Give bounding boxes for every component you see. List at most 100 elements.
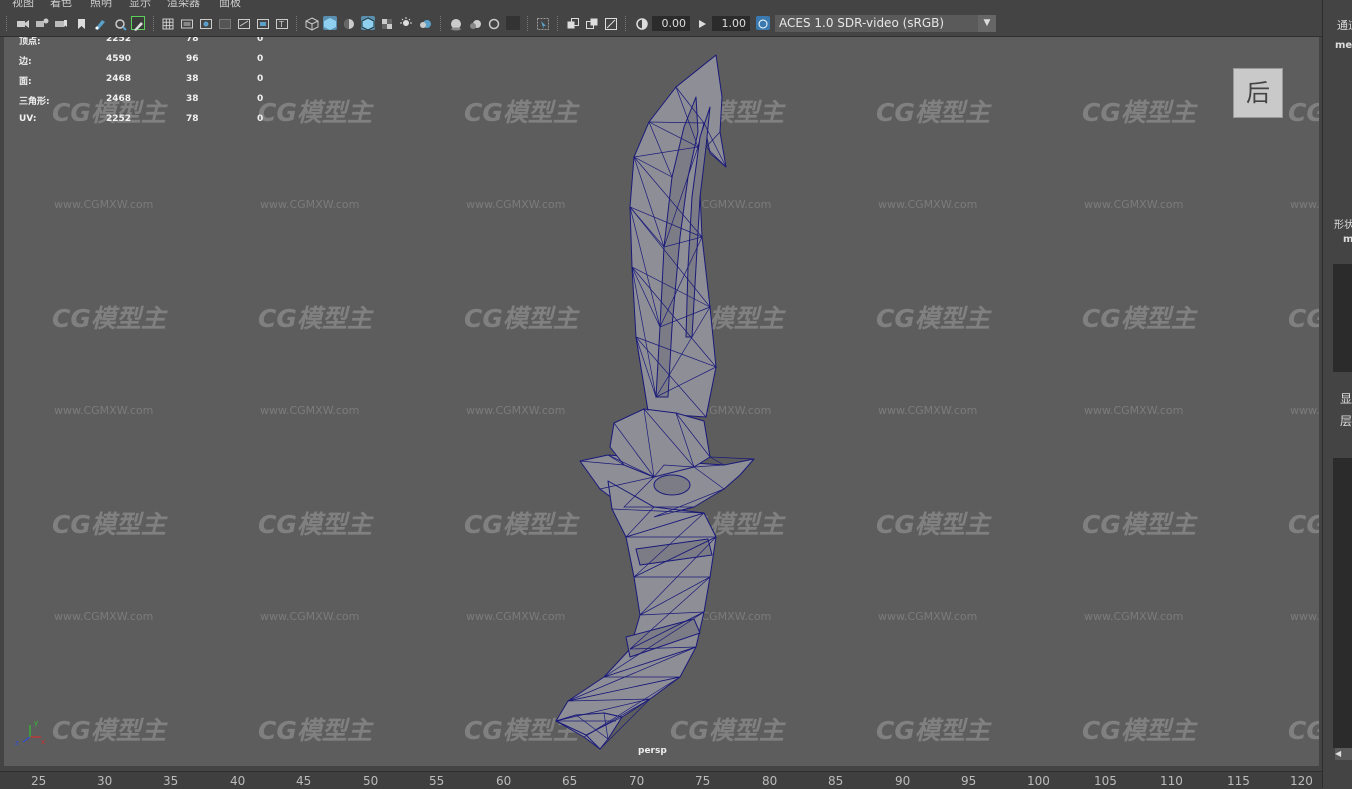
shape-name-label[interactable]: m	[1343, 234, 1352, 245]
toolbar-separator	[6, 16, 9, 31]
color-management-icon[interactable]	[756, 16, 770, 30]
shadows-icon[interactable]	[418, 16, 432, 30]
anti-aliasing-icon[interactable]	[487, 16, 501, 30]
time-slider[interactable]: 25 30 35 40 45 50 55 60 65 70 75 80 85 9…	[0, 771, 1322, 789]
view-cube[interactable]: 后	[1233, 68, 1283, 118]
ambient-occlusion-icon[interactable]	[449, 16, 463, 31]
menu-show[interactable]: 显示	[129, 0, 151, 8]
hud-label: 面:	[19, 77, 32, 87]
safe-title-icon[interactable]: T	[275, 16, 289, 30]
ruler-tick-label: 80	[762, 774, 778, 788]
field-chart-icon[interactable]	[237, 16, 251, 30]
menu-view[interactable]: 视图	[12, 0, 34, 8]
hud-value: 38	[186, 94, 199, 104]
ruler-tick-label: 105	[1094, 774, 1117, 788]
grease-pencil-tool-icon[interactable]	[131, 16, 145, 31]
ruler-tick-label: 40	[230, 774, 246, 788]
dagger-mesh[interactable]: y x z	[4, 37, 1319, 766]
menu-panels[interactable]: 面板	[219, 0, 241, 8]
2d-pan-zoom-icon[interactable]	[113, 16, 127, 31]
ruler-tick-label: 55	[429, 774, 445, 788]
hud-value: 96	[186, 54, 199, 64]
svg-text:T: T	[278, 20, 284, 29]
hud-row-triangles: 三角形: 2468 38 0	[19, 94, 279, 114]
gamma-icon[interactable]	[635, 16, 649, 30]
toolbar-separator	[296, 16, 299, 31]
exposure-icon[interactable]	[696, 16, 710, 30]
gate-mask-icon[interactable]	[218, 16, 232, 30]
depth-of-field-icon[interactable]	[506, 16, 520, 30]
display-tab[interactable]: 显	[1340, 390, 1352, 407]
hud-value: 2468	[106, 74, 132, 84]
hud-value: 0	[257, 114, 264, 124]
ruler-tick-label: 45	[296, 774, 312, 788]
xray-active-components-icon[interactable]	[604, 16, 618, 30]
ruler-tick-label: 90	[895, 774, 911, 788]
inputs-list[interactable]	[1333, 264, 1352, 372]
hud-value: 2252	[106, 37, 132, 44]
panel-toolbar: T 0.00 1.00 ACES 1.0 SDR-video (sRGB) ▼	[0, 11, 1322, 37]
image-plane-icon[interactable]	[75, 16, 89, 30]
ruler-tick-label: 50	[363, 774, 379, 788]
bookmarks-icon[interactable]	[54, 16, 68, 30]
menu-lighting[interactable]: 照明	[90, 0, 112, 8]
hud-row-vertices: 顶点: 2252 78 0	[19, 37, 279, 54]
hud-value: 4590	[106, 54, 132, 64]
motion-blur-icon[interactable]	[468, 16, 482, 30]
default-material-icon[interactable]	[342, 16, 356, 30]
shapes-label: 形状	[1334, 220, 1352, 231]
select-camera-icon[interactable]	[16, 16, 30, 30]
smooth-shade-all-icon[interactable]	[323, 16, 337, 30]
layer-list[interactable]	[1333, 458, 1352, 748]
ruler-tick-label: 110	[1160, 774, 1183, 788]
camera-name-label: persp	[638, 746, 667, 756]
toolbar-separator	[527, 16, 530, 31]
use-all-lights-icon[interactable]	[399, 16, 413, 30]
axis-z-label: z	[15, 739, 19, 747]
hud-label: UV:	[19, 114, 37, 124]
ruler-tick-label: 75	[695, 774, 711, 788]
view-transform-value: ACES 1.0 SDR-video (sRGB)	[779, 16, 945, 30]
exposure-field[interactable]: 1.00	[712, 16, 750, 31]
wireframe-icon[interactable]	[305, 16, 319, 31]
safe-action-icon[interactable]	[256, 16, 270, 30]
ruler-tick-label: 25	[31, 774, 47, 788]
perspective-viewport[interactable]: CG模型主 CG模型主 CG模型主 CG模型主 CG模型主 CG模型主 CG模型…	[4, 37, 1319, 766]
hud-value: 0	[257, 74, 264, 84]
scroll-left-icon[interactable]: ◀	[1335, 748, 1352, 760]
view-transform-dropdown[interactable]: ACES 1.0 SDR-video (sRGB) ▼	[775, 15, 996, 32]
ruler-tick-label: 100	[1027, 774, 1050, 788]
object-name-label[interactable]: me	[1335, 40, 1352, 51]
channel-box-panel: 通道 me 形状 m 显 层 ◀	[1322, 0, 1352, 788]
hud-row-faces: 面: 2468 38 0	[19, 74, 279, 94]
hud-row-uvs: UV: 2252 78 0	[19, 114, 279, 134]
xray-joints-icon[interactable]	[585, 16, 599, 30]
xray-icon[interactable]	[566, 16, 580, 30]
channel-box-tab[interactable]: 通道	[1337, 17, 1352, 33]
hud-value: 0	[257, 94, 264, 104]
grease-pencil-icon[interactable]	[93, 16, 107, 30]
resolution-gate-icon[interactable]	[199, 16, 213, 30]
wireframe-on-shaded-icon[interactable]	[361, 16, 375, 31]
menu-shading[interactable]: 着色	[50, 0, 72, 8]
film-gate-icon[interactable]	[180, 16, 194, 30]
grid-icon[interactable]	[161, 16, 175, 30]
hud-value: 78	[186, 114, 199, 124]
axis-y-label: y	[34, 719, 38, 727]
isolate-select-icon[interactable]	[536, 16, 550, 30]
chevron-down-icon[interactable]: ▼	[978, 15, 996, 32]
ruler-tick-label: 115	[1227, 774, 1250, 788]
menu-renderer[interactable]: 渲染器	[167, 0, 200, 8]
toolbar-separator	[625, 16, 628, 31]
toolbar-separator	[153, 16, 156, 31]
axis-x-label: x	[41, 738, 45, 746]
camera-attributes-icon[interactable]	[35, 16, 49, 30]
toolbar-separator	[440, 16, 443, 31]
hud-value: 2252	[106, 114, 132, 124]
axis-gizmo: y x z	[15, 719, 45, 747]
layers-tab[interactable]: 层	[1340, 412, 1352, 429]
textured-icon[interactable]	[380, 16, 394, 30]
gamma-field[interactable]: 0.00	[652, 16, 690, 31]
hud-value: 0	[257, 37, 264, 44]
hud-value: 78	[186, 37, 199, 44]
